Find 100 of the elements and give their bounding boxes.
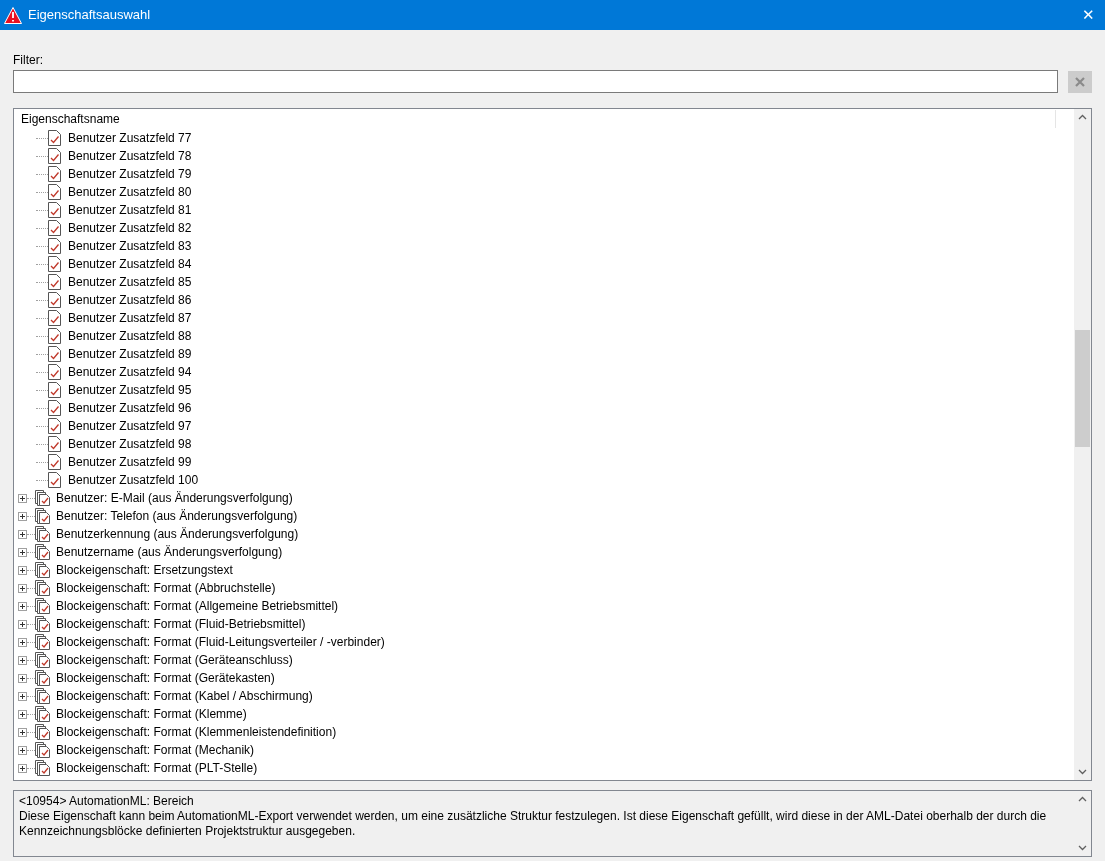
document-icon <box>48 166 61 182</box>
close-icon <box>1075 76 1085 87</box>
tree-item[interactable]: Benutzer Zusatzfeld 97 <box>68 417 192 435</box>
expand-icon[interactable] <box>18 655 27 665</box>
documents-icon <box>35 508 51 524</box>
scroll-down-icon[interactable] <box>1078 769 1087 775</box>
tree-item[interactable]: Benutzer Zusatzfeld 84 <box>68 255 192 273</box>
document-icon <box>48 130 61 146</box>
tree-item[interactable]: Benutzer Zusatzfeld 82 <box>68 219 192 237</box>
document-icon <box>48 472 61 488</box>
expand-icon[interactable] <box>18 619 27 629</box>
tree-item[interactable]: Blockeigenschaft: Format (Kabel / Abschirmung) <box>56 687 313 705</box>
tree-item[interactable]: Benutzer Zusatzfeld 83 <box>68 237 192 255</box>
document-icon <box>48 382 61 398</box>
tree-item[interactable]: Benutzer Zusatzfeld 88 <box>68 327 192 345</box>
document-icon <box>48 292 61 308</box>
expand-icon[interactable] <box>18 709 27 719</box>
document-icon <box>48 454 61 470</box>
tree-item[interactable]: Blockeigenschaft: Format (Abbruchstelle) <box>56 579 276 597</box>
documents-icon <box>35 760 51 776</box>
document-icon <box>48 184 61 200</box>
window-title: Eigenschaftsauswahl <box>28 6 151 25</box>
documents-icon <box>35 598 51 614</box>
documents-icon <box>35 544 51 560</box>
documents-icon <box>35 616 51 632</box>
expand-icon[interactable] <box>18 601 27 611</box>
tree-item[interactable]: Benutzerkennung (aus Änderungsverfolgung) <box>56 525 299 543</box>
expand-icon[interactable] <box>18 529 27 539</box>
expand-icon[interactable] <box>18 511 27 521</box>
tree-item[interactable]: Benutzer Zusatzfeld 99 <box>68 453 192 471</box>
tree-item[interactable]: Benutzer Zusatzfeld 87 <box>68 309 192 327</box>
documents-icon <box>35 706 51 722</box>
document-icon <box>48 436 61 452</box>
document-icon <box>48 238 61 254</box>
tree-item[interactable]: Benutzer: E-Mail (aus Änderungsverfolgung) <box>56 489 293 507</box>
description-heading: <10954> AutomationML: Bereich <box>19 794 195 809</box>
close-button[interactable]: ✕ <box>1078 3 1099 27</box>
tree-item[interactable]: Benutzer Zusatzfeld 77 <box>68 129 192 147</box>
scrollbar[interactable] <box>1074 109 1091 780</box>
tree-item[interactable]: Blockeigenschaft: Format (Klemmenleistendefinition) <box>56 723 337 741</box>
tree-item[interactable]: Benutzer Zusatzfeld 86 <box>68 291 192 309</box>
expand-icon[interactable] <box>18 727 27 737</box>
scroll-up-icon[interactable] <box>1078 114 1087 120</box>
document-icon <box>48 256 61 272</box>
document-icon <box>48 202 61 218</box>
documents-icon <box>35 688 51 704</box>
document-icon <box>48 346 61 362</box>
documents-icon <box>35 724 51 740</box>
tree-item[interactable]: Blockeigenschaft: Format (Klemme) <box>56 705 247 723</box>
tree-item[interactable]: Benutzer Zusatzfeld 78 <box>68 147 192 165</box>
tree-item[interactable]: Blockeigenschaft: Format (Fluid-Leitungsverteiler / -verbinder) <box>56 633 385 651</box>
tree-item[interactable]: Benutzer Zusatzfeld 95 <box>68 381 192 399</box>
tree-item[interactable]: Blockeigenschaft: Format (Gerätekasten) <box>56 669 275 687</box>
expand-icon[interactable] <box>18 583 27 593</box>
expand-icon[interactable] <box>18 637 27 647</box>
filter-field[interactable] <box>13 70 1058 93</box>
tree-item[interactable]: Benutzer Zusatzfeld 89 <box>68 345 192 363</box>
expand-icon[interactable] <box>18 673 27 683</box>
document-icon <box>48 418 61 434</box>
description-text: Diese Eigenschaft kann beim AutomationML-Export verwendet werden, um eine zusätzliche Struktur festzulegen. Ist diese Eigenschaft gefüllt, wird diese in der AML-Datei oberhalb der durch die Kennzeichnungsblöcke definierten Projektstruktur ausgegeben. <box>19 809 1048 839</box>
expand-icon[interactable] <box>18 565 27 575</box>
tree-item[interactable]: Benutzer Zusatzfeld 94 <box>68 363 192 381</box>
tree-item[interactable]: Benutzer Zusatzfeld 98 <box>68 435 192 453</box>
documents-icon <box>35 670 51 686</box>
filter-label: Filter: <box>13 53 44 67</box>
document-icon <box>48 274 61 290</box>
documents-icon <box>35 562 51 578</box>
warning-icon <box>4 6 22 24</box>
document-icon <box>48 400 61 416</box>
tree-item[interactable]: Benutzer: Telefon (aus Änderungsverfolgung) <box>56 507 298 525</box>
documents-icon <box>35 742 51 758</box>
tree-item[interactable]: Blockeigenschaft: Ersetzungstext <box>56 561 233 579</box>
column-header[interactable]: Eigenschaftsname <box>14 110 120 128</box>
expand-icon[interactable] <box>18 691 27 701</box>
tree-item[interactable]: Benutzer Zusatzfeld 80 <box>68 183 192 201</box>
tree-item[interactable]: Blockeigenschaft: Format (Geräteanschluss) <box>56 651 293 669</box>
document-icon <box>48 364 61 380</box>
tree-item[interactable]: Benutzer Zusatzfeld 85 <box>68 273 192 291</box>
expand-icon[interactable] <box>18 547 27 557</box>
tree-item[interactable]: Blockeigenschaft: Format (PLT-Stelle) <box>56 759 258 777</box>
documents-icon <box>35 526 51 542</box>
tree-item[interactable]: Benutzer Zusatzfeld 79 <box>68 165 192 183</box>
tree-item[interactable]: Benutzername (aus Änderungsverfolgung) <box>56 543 283 561</box>
document-icon <box>48 148 61 164</box>
expand-icon[interactable] <box>18 493 27 503</box>
tree-item[interactable]: Blockeigenschaft: Format (Fluid-Betriebsmittel) <box>56 615 306 633</box>
expand-icon[interactable] <box>18 745 27 755</box>
tree-item[interactable]: Benutzer Zusatzfeld 81 <box>68 201 192 219</box>
tree-item[interactable]: Benutzer Zusatzfeld 100 <box>68 471 199 489</box>
document-icon <box>48 328 61 344</box>
scroll-up-icon[interactable] <box>1078 796 1087 802</box>
tree-item[interactable]: Blockeigenschaft: Format (Mechanik) <box>56 741 255 759</box>
tree-item[interactable]: Benutzer Zusatzfeld 96 <box>68 399 192 417</box>
tree-item[interactable]: Blockeigenschaft: Format (Allgemeine Betriebsmittel) <box>56 597 339 615</box>
scroll-down-icon[interactable] <box>1078 845 1087 851</box>
documents-icon <box>35 634 51 650</box>
documents-icon <box>35 580 51 596</box>
scroll-thumb[interactable] <box>1075 330 1090 447</box>
clear-button[interactable] <box>1068 70 1092 93</box>
expand-icon[interactable] <box>18 763 27 773</box>
